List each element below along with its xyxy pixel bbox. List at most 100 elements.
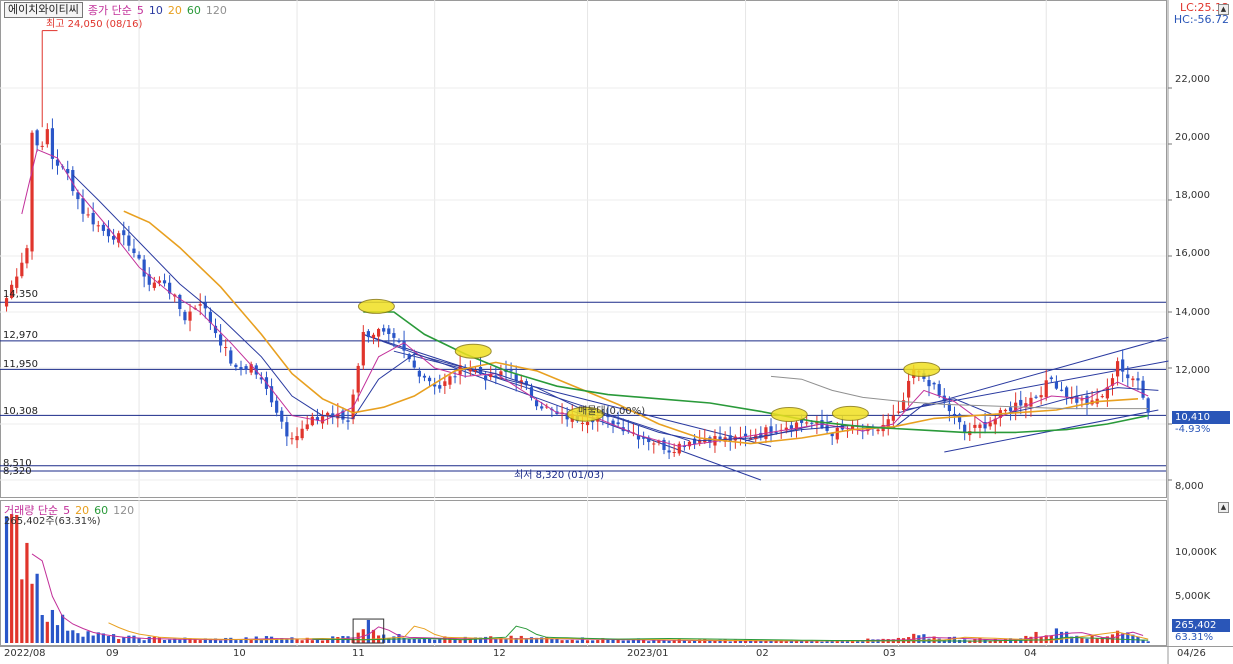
candle-body [35,130,39,146]
candle-body [15,276,19,288]
y-tick-12000: 12,000 [1175,365,1210,376]
volume-bar [91,635,95,643]
candle-body [412,360,416,368]
volume-bar [433,639,437,643]
volume-bar [310,640,314,643]
candle-body [1136,378,1140,381]
candle-body [443,381,447,386]
candle-body [672,451,676,453]
volume-bar [300,640,304,643]
volume-bar [40,615,44,643]
volume-bar [336,637,340,643]
candle-body [810,422,814,424]
candle-body [132,248,136,254]
volume-bar [4,516,9,643]
volume-bar [759,641,763,643]
collapse-price-panel-button[interactable]: ▲ [1218,4,1229,15]
highlight-marker [454,343,492,359]
highlight-marker [357,298,395,314]
candle-body [1146,398,1150,413]
volume-bar [229,637,233,643]
trend-line [393,350,772,447]
candle-body [468,369,472,372]
volume-bar [137,638,141,643]
candle-body [285,422,289,437]
candle-body [198,304,202,306]
ma10-line [72,174,1159,442]
candle-body [275,400,279,413]
vol-legend-60: 60 [94,503,109,517]
candle-body [438,385,442,389]
volume-bar [545,637,549,643]
candle-body [427,377,432,382]
volume-bar [585,640,590,643]
candle-body [40,145,44,147]
volume-bar [820,641,824,643]
candle-body [101,224,105,231]
volume-bar [810,641,814,643]
volume-bar [127,635,131,643]
x-label-09: 09 [106,648,119,659]
candle-body [382,328,386,332]
candle-body [234,364,238,368]
candle-body [1100,396,1104,398]
candle-body [805,422,809,424]
volume-bar [81,636,85,643]
candle-body [616,422,620,425]
candle-body [157,280,162,283]
vol-legend-20: 20 [75,503,90,517]
ma-legend-20: 20 [167,3,182,17]
candle-body [397,340,401,343]
candle-body [86,214,90,216]
collapse-volume-panel-button[interactable]: ▲ [1218,502,1229,513]
candle-body [957,414,962,423]
volume-bar [845,641,850,643]
candle-body [326,412,330,416]
candle-body [973,424,977,428]
volume-bar [1080,637,1084,643]
candle-body [1059,389,1064,391]
y-tick-14000: 14,000 [1175,307,1210,318]
candle-body [244,366,248,370]
x-label-2022-08: 2022/08 [4,648,46,659]
level-label-14350: 14,350 [3,289,38,300]
level-label-12970: 12,970 [3,330,38,341]
stock-name[interactable]: 에이치와이티씨 [4,2,83,18]
current-price-badge: 10,410 [1172,411,1230,424]
volume-bar [71,630,75,643]
candle-body [534,400,539,407]
candle-body [1008,407,1013,412]
volume-bar [565,640,569,643]
candle-body [509,370,513,372]
candle-body [652,443,656,445]
candle-body [331,413,335,416]
volume-bar [412,638,416,643]
x-label-04: 04 [1024,648,1037,659]
candle-body [178,294,182,310]
candle-body [1065,387,1069,397]
volume-bar [117,639,121,643]
volume-bar [835,641,839,643]
candle-body [825,425,829,431]
volume-bar [20,579,24,643]
candle-body [387,328,391,335]
candle-body [963,424,967,433]
volume-bar [1141,640,1145,643]
candle-body [907,380,911,398]
candle-body [81,198,85,214]
candle-body [422,375,427,378]
volume-bar [647,641,651,643]
candle-body [540,406,544,409]
chart-canvas[interactable] [0,0,1233,664]
x-label-03: 03 [883,648,896,659]
volume-latest-annotation: 265,402주(63.31%) [4,516,101,527]
candle-body [988,422,992,427]
y-tick-18000: 18,000 [1175,190,1210,201]
ma5-line [21,148,1149,447]
candle-body [1029,397,1033,407]
candle-body [484,375,488,381]
volume-bar [407,639,411,643]
candle-body [25,248,29,264]
volume-bar [178,639,182,643]
candle-body [295,436,299,441]
